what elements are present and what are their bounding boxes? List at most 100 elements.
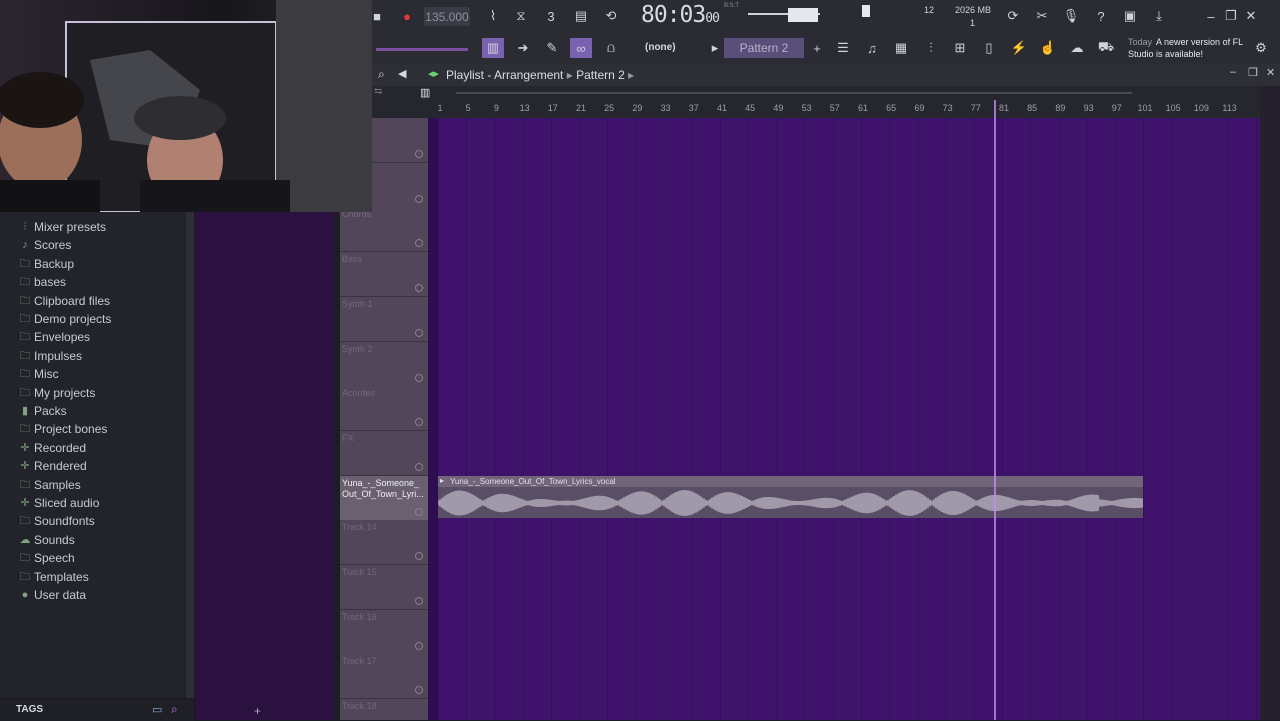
browser-item[interactable]: 🗀 Backup [0, 255, 186, 273]
clip-menu-icon[interactable]: ▸ [440, 476, 444, 485]
mixer-icon[interactable]: ⫶ [920, 38, 942, 58]
browser-item[interactable]: ▮ Packs [0, 402, 186, 420]
browser-item[interactable]: ♪ Scores [0, 236, 186, 254]
record-icon[interactable]: ● [396, 6, 418, 26]
browser-item[interactable]: 🗀 My projects [0, 384, 186, 402]
arrow-right-icon[interactable]: ➜ [512, 38, 534, 58]
browser-item[interactable]: ⫶ Mixer presets [0, 218, 186, 236]
minimize-icon[interactable]: – [1200, 6, 1222, 26]
channel-rack-icon[interactable]: ▦ [890, 38, 912, 58]
search-icon[interactable]: ⌕ [171, 702, 178, 717]
track-header[interactable]: Yuna_-_Someone_Out_Of_Town_Lyri... [340, 475, 428, 521]
browser-icon[interactable]: ⊞ [949, 38, 971, 58]
track-mute-knob[interactable] [415, 194, 423, 203]
track-header[interactable]: Chords [340, 207, 428, 253]
browser-item[interactable]: 🗀 Impulses [0, 347, 186, 365]
track-mute-knob[interactable] [415, 284, 423, 293]
browser-item[interactable]: 🗀 Templates [0, 568, 186, 586]
browser-item[interactable]: ✛ Sliced audio [0, 494, 186, 512]
browser-item[interactable]: ✛ Recorded [0, 439, 186, 457]
save-icon[interactable]: ▣ [1119, 6, 1141, 26]
snap-select[interactable]: (none) [645, 42, 676, 53]
tempo-display[interactable]: 135.000 [424, 7, 470, 26]
track-header[interactable]: FX [340, 430, 428, 476]
playlist-icon[interactable]: ☰ [832, 38, 854, 58]
track-mute-knob[interactable] [415, 507, 423, 516]
track-mute-knob[interactable] [415, 462, 423, 471]
track-header[interactable]: Track 17 [340, 654, 428, 700]
master-volume-slider[interactable] [748, 8, 820, 22]
playlist-pattern[interactable]: Pattern 2 [576, 68, 625, 82]
clip-header[interactable]: ▸ Yuna_-_Someone_Out_Of_Town_Lyrics_voca… [438, 476, 1143, 487]
play-pattern-icon[interactable]: ▸ [704, 38, 726, 58]
track-mute-knob[interactable] [415, 641, 423, 650]
tools-icon[interactable]: ✂ [1031, 6, 1053, 26]
track-header[interactable]: Acordes [340, 386, 428, 432]
browser-item[interactable]: 🗀 Envelopes [0, 328, 186, 346]
pattern-select[interactable]: Pattern 2 [724, 38, 804, 58]
zoom-icon[interactable]: ⌕ [378, 67, 385, 82]
plugin-icon[interactable]: ⚡ [1008, 38, 1030, 58]
news-panel[interactable]: Today A newer version of FL Studio is ava… [1128, 36, 1248, 60]
track-mute-knob[interactable] [415, 552, 423, 561]
folder-icon[interactable]: ▭ [152, 703, 162, 716]
track-header[interactable]: Synth 2 [340, 341, 428, 387]
browser-item[interactable]: ● User data [0, 586, 186, 604]
browser-item[interactable]: 🗀 Project bones [0, 420, 186, 438]
track-mute-knob[interactable] [415, 597, 423, 605]
link-icon[interactable]: ∞ [570, 38, 592, 58]
settings-gear-icon[interactable]: ⚙ [1250, 38, 1272, 58]
metronome-icon[interactable]: ⌇ [482, 6, 504, 26]
browser-item[interactable]: ✛ Rendered [0, 457, 186, 475]
countdown-icon[interactable]: 3 [540, 6, 562, 26]
track-header[interactable]: Bass [340, 252, 428, 298]
playhead[interactable] [994, 100, 996, 720]
help-icon[interactable]: ? [1090, 6, 1112, 26]
track-header[interactable]: Track 16 [340, 609, 428, 655]
project-icon[interactable]: ▯ [978, 38, 1000, 58]
step-edit-icon[interactable]: ▤ [570, 6, 592, 26]
refresh-icon[interactable]: ⟳ [1002, 6, 1024, 26]
track-mute-knob[interactable] [415, 239, 423, 248]
browser-item[interactable]: 🗀 bases [0, 273, 186, 291]
track-mute-knob[interactable] [415, 150, 423, 158]
wait-input-icon[interactable]: ⧖ [510, 6, 532, 26]
track-header[interactable]: Track 18 [340, 699, 428, 720]
track-header[interactable]: Track 15 [340, 565, 428, 610]
pitch-slider[interactable] [376, 48, 468, 51]
track-mute-knob[interactable] [415, 328, 423, 337]
track-mute-knob[interactable] [415, 373, 423, 382]
song-position[interactable]: 80:0300 [641, 2, 720, 30]
close-icon[interactable]: ✕ [1266, 66, 1275, 79]
add-pattern-icon[interactable]: + [806, 38, 828, 58]
track-mute-knob[interactable] [415, 418, 423, 427]
browser-scrollbar[interactable] [186, 212, 194, 698]
track-mute-knob[interactable] [415, 686, 423, 695]
loop-record-icon[interactable]: ⟲ [600, 6, 622, 26]
browser-item[interactable]: 🗀 Misc [0, 365, 186, 383]
cloud-icon[interactable]: ☁ [1066, 38, 1088, 58]
timeline-ruler[interactable]: ⇆ ▥ 1 5 9 13 17 21 25 29 33 37 41 45 49 53 57 61 65 69 73 7… [372, 86, 1280, 118]
shop-icon[interactable]: ⛟ [1095, 38, 1117, 58]
playlist-grid[interactable] [438, 118, 1260, 720]
touch-icon[interactable]: ☝ [1037, 38, 1059, 58]
export-icon[interactable]: ⤓ [1148, 6, 1170, 26]
add-icon[interactable]: + [254, 704, 261, 718]
play-arrangement-icon[interactable]: ◂▸ [428, 67, 439, 80]
browser-item[interactable]: 🗀 Speech [0, 549, 186, 567]
track-header[interactable]: Synth 1 [340, 296, 428, 342]
audio-clip[interactable]: ▸ Yuna_-_Someone_Out_Of_Town_Lyrics_voca… [438, 476, 1143, 518]
maximize-icon[interactable]: ❐ [1248, 66, 1258, 79]
browser-item[interactable]: ☁ Sounds [0, 531, 186, 549]
minimize-icon[interactable]: – [1230, 66, 1236, 78]
browser-item[interactable]: 🗀 Samples [0, 476, 186, 494]
track-header[interactable]: Track 14 [340, 520, 428, 566]
browser-item[interactable]: 🗀 Clipboard files [0, 292, 186, 310]
vertical-scrollbar[interactable] [1260, 86, 1280, 720]
pianoroll-icon[interactable]: ♫ [861, 38, 883, 58]
pianoroll-keys-icon[interactable]: ▥ [482, 38, 504, 58]
pencil-icon[interactable]: ✎ [541, 38, 563, 58]
close-icon[interactable]: ✕ [1240, 6, 1262, 26]
browser-item[interactable]: 🗀 Soundfonts [0, 512, 186, 530]
microphone-icon[interactable]: 🎙 [1060, 6, 1082, 26]
